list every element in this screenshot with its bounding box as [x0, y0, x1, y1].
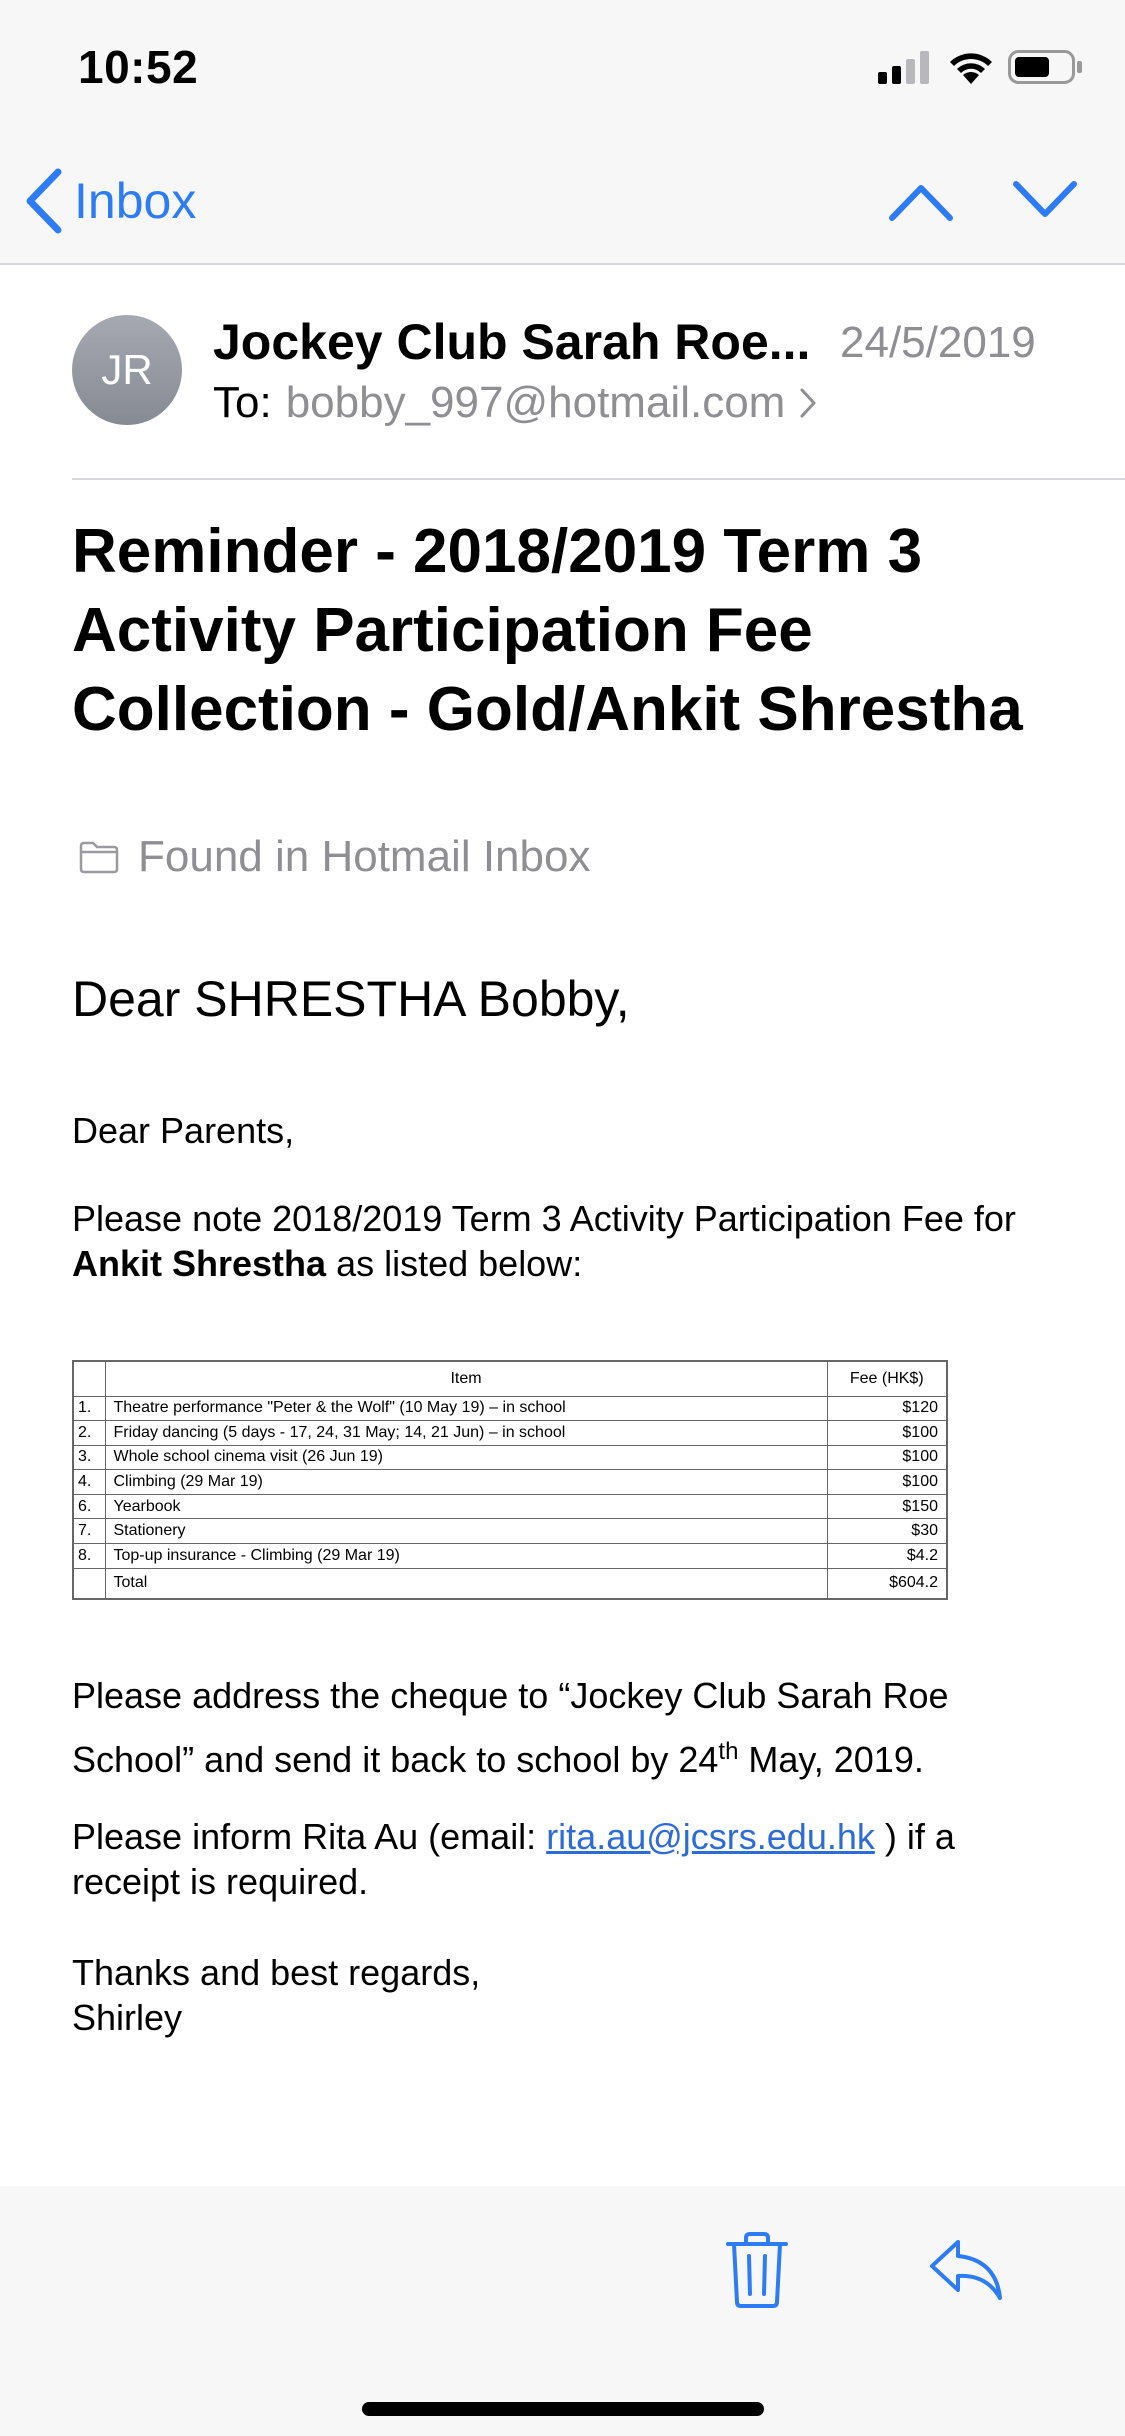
cheque-text-2: May, 2019. [738, 1739, 924, 1780]
row-item: Climbing (29 Mar 19) [104, 1469, 828, 1495]
row-item: Top-up insurance - Climbing (29 Mar 19) [104, 1543, 828, 1569]
fee-table: Item Fee (HK$) 1. Theatre performance "P… [72, 1360, 948, 1601]
row-fee: $100 [826, 1420, 948, 1446]
folder-icon [79, 841, 119, 874]
row-fee: $4.2 [826, 1543, 948, 1569]
row-number: 2. [72, 1420, 106, 1446]
table-row: 7. Stationery $30 [72, 1518, 948, 1545]
cellular-signal-icon [878, 51, 929, 84]
navigation-bar: Inbox [0, 140, 1125, 265]
inform-paragraph: Please inform Rita Au (email: rita.au@jc… [72, 1814, 1072, 1904]
row-number: 7. [72, 1518, 106, 1545]
row-item: Whole school cinema visit (26 Jun 19) [104, 1444, 828, 1471]
chevron-right-icon [800, 388, 816, 418]
trash-icon[interactable] [722, 2230, 792, 2310]
reply-icon[interactable] [928, 2236, 1004, 2302]
back-label: Inbox [74, 173, 197, 229]
table-total-row: Total $604.2 [72, 1567, 948, 1600]
table-row: 3. Whole school cinema visit (26 Jun 19)… [72, 1444, 948, 1471]
row-fee: $120 [826, 1395, 948, 1422]
table-row: 8. Top-up insurance - Climbing (29 Mar 1… [72, 1543, 948, 1569]
header-divider [72, 478, 1125, 480]
closing: Thanks and best regards, [72, 1952, 481, 1993]
message-date: 24/5/2019 [840, 318, 1036, 367]
battery-icon [1008, 50, 1082, 84]
row-number: 1. [72, 1395, 106, 1422]
table-row: 4. Climbing (29 Mar 19) $100 [72, 1469, 948, 1495]
row-number: 8. [72, 1543, 106, 1569]
row-item: Yearbook [104, 1493, 828, 1520]
intro-text-2: as listed below: [336, 1243, 583, 1284]
intro-text-1: Please note 2018/2019 Term 3 Activity Pa… [72, 1198, 1016, 1239]
total-label: Total [104, 1567, 828, 1600]
table-row: 6. Yearbook $150 [72, 1493, 948, 1520]
table-header-item: Item [104, 1360, 828, 1397]
to-label: To: [213, 378, 272, 427]
row-fee: $100 [826, 1444, 948, 1471]
sender-name[interactable]: Jockey Club Sarah Roe... [213, 313, 810, 371]
bottom-toolbar [0, 2186, 1125, 2436]
intro-paragraph: Please note 2018/2019 Term 3 Activity Pa… [72, 1196, 1072, 1286]
row-item: Friday dancing (5 days - 17, 24, 31 May;… [104, 1420, 828, 1446]
status-time: 10:52 [78, 41, 199, 93]
status-bar: 10:52 [0, 0, 1125, 140]
row-item: Theatre performance "Peter & the Wolf" (… [104, 1395, 828, 1422]
recipient-row[interactable]: To: bobby_997@hotmail.com [213, 378, 817, 428]
home-indicator[interactable] [362, 2402, 764, 2416]
email-link[interactable]: rita.au@jcsrs.edu.hk [546, 1816, 875, 1857]
cheque-superscript: th [718, 1738, 739, 1765]
signature: Shirley [72, 1997, 183, 2038]
row-fee: $150 [826, 1493, 948, 1520]
table-row: 1. Theatre performance "Peter & the Wolf… [72, 1395, 948, 1422]
found-in-label: Found in Hotmail Inbox [138, 832, 591, 881]
table-header-number [72, 1360, 106, 1397]
greeting: Dear SHRESTHA Bobby, [72, 971, 630, 1027]
previous-message-button[interactable] [888, 172, 954, 228]
student-name: Ankit Shrestha [72, 1243, 327, 1284]
chevron-up-icon [889, 185, 953, 221]
total-number-cell [72, 1567, 106, 1600]
row-number: 6. [72, 1493, 106, 1520]
sender-avatar[interactable]: JR [72, 315, 182, 425]
found-in-mailbox[interactable]: Found in Hotmail Inbox [78, 832, 590, 882]
row-item: Stationery [104, 1518, 828, 1545]
table-row: 2. Friday dancing (5 days - 17, 24, 31 M… [72, 1420, 948, 1446]
cheque-paragraph: Please address the cheque to “Jockey Clu… [72, 1668, 1072, 1788]
salutation: Dear Parents, [72, 1110, 295, 1151]
row-fee: $100 [826, 1469, 948, 1495]
wifi-icon [950, 53, 992, 84]
chevron-down-icon [1013, 181, 1077, 217]
table-header-fee: Fee (HK$) [826, 1360, 948, 1397]
total-value: $604.2 [826, 1567, 948, 1600]
row-fee: $30 [826, 1518, 948, 1545]
next-message-button[interactable] [1012, 172, 1078, 228]
back-chevron-icon [26, 168, 62, 234]
back-button[interactable]: Inbox [24, 166, 196, 236]
row-number: 3. [72, 1444, 106, 1471]
message-subject: Reminder - 2018/2019 Term 3 Activity Par… [72, 517, 1023, 744]
recipient-address: bobby_997@hotmail.com [285, 378, 786, 427]
row-number: 4. [72, 1469, 106, 1495]
inform-text-1: Please inform Rita Au (email: [72, 1816, 547, 1857]
table-header-row: Item Fee (HK$) [72, 1360, 948, 1397]
